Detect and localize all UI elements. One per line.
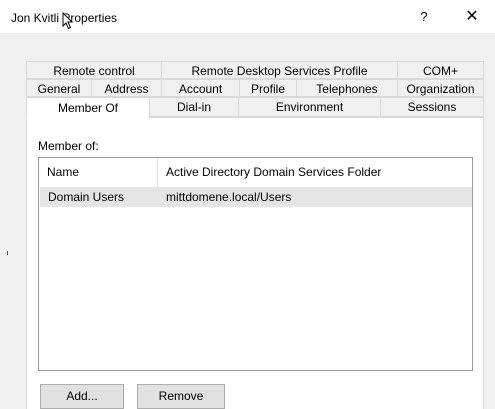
tab-general[interactable]: General: [26, 79, 92, 97]
mouse-cursor-icon: [62, 12, 74, 30]
list-item-folder: mittdomene.local/Users: [166, 190, 292, 204]
add-button[interactable]: Add...: [40, 384, 124, 409]
tab-account[interactable]: Account: [161, 79, 240, 97]
tab-profile[interactable]: Profile: [239, 79, 297, 97]
tab-environment[interactable]: Environment: [238, 97, 381, 117]
tab-address[interactable]: Address: [91, 79, 162, 97]
column-header-folder[interactable]: Active Directory Domain Services Folder: [158, 158, 472, 187]
close-button[interactable]: ✕: [450, 0, 494, 33]
help-button[interactable]: ?: [402, 0, 446, 33]
tab-remote-desktop-services-profile[interactable]: Remote Desktop Services Profile: [161, 61, 398, 79]
member-of-list[interactable]: Name Active Directory Domain Services Fo…: [38, 157, 473, 371]
tab-sessions[interactable]: Sessions: [380, 97, 484, 117]
tab-member-of[interactable]: Member Of: [26, 97, 150, 119]
edge-mark: [7, 251, 8, 255]
member-of-label: Member of:: [38, 139, 99, 153]
list-item[interactable]: Domain Users mittdomene.local/Users: [40, 187, 472, 207]
tab-remote-control[interactable]: Remote control: [26, 61, 162, 79]
tab-dial-in[interactable]: Dial-in: [149, 97, 239, 117]
column-header-name[interactable]: Name: [39, 158, 157, 187]
tab-organization[interactable]: Organization: [397, 79, 484, 97]
title-bar: Jon Kvitli Properties ? ✕: [0, 0, 495, 33]
tab-telephones[interactable]: Telephones: [296, 79, 398, 97]
remove-button[interactable]: Remove: [137, 384, 225, 409]
properties-dialog: Jon Kvitli Properties ? ✕ Remote control…: [0, 0, 495, 409]
list-item-name: Domain Users: [48, 190, 125, 204]
tab-com-plus[interactable]: COM+: [397, 61, 484, 79]
